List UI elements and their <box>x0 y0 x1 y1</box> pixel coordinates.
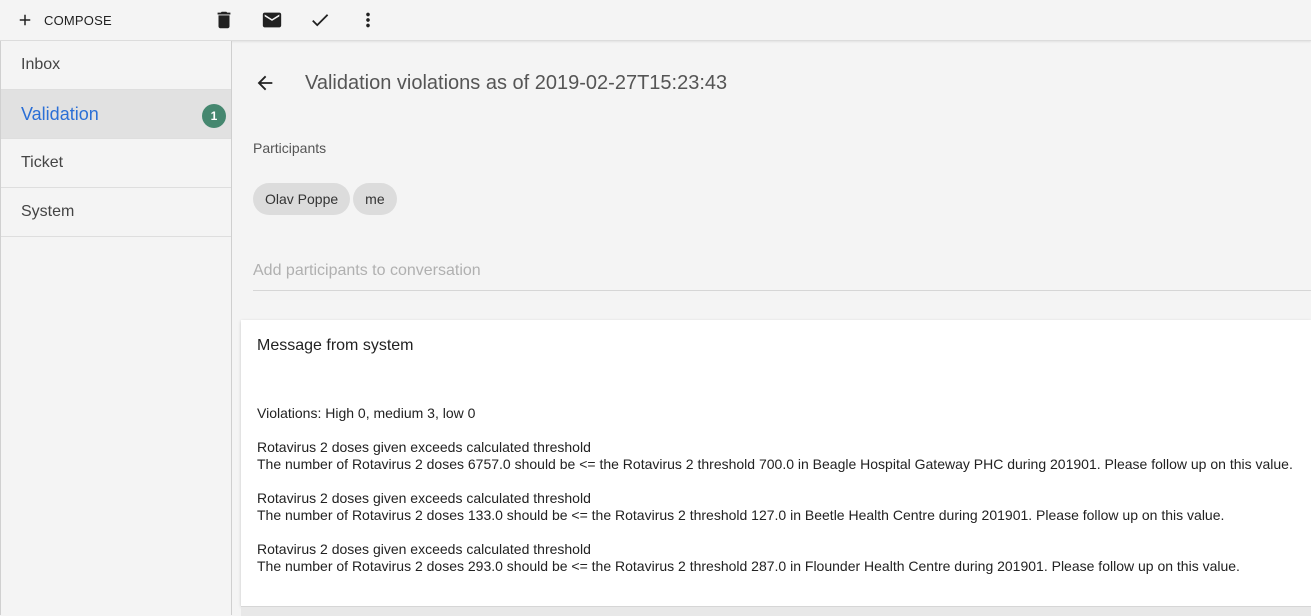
message-title: Message from system <box>257 337 414 354</box>
conversation-subject: Validation violations as of 2019-02-27T1… <box>305 72 728 94</box>
violation-item: Rotavirus 2 doses given exceeds calculat… <box>257 490 1293 524</box>
sidebar-item-system[interactable]: System <box>1 188 231 237</box>
sidebar-item-label: Validation <box>21 103 99 124</box>
violation-item: Rotavirus 2 doses given exceeds calculat… <box>257 541 1293 575</box>
delete-button[interactable] <box>208 4 240 36</box>
mail-icon <box>262 12 282 28</box>
message-card: Message from system Violations: High 0, … <box>241 320 1311 606</box>
participant-chip[interactable]: me <box>353 183 397 215</box>
arrow-back-icon <box>257 75 273 91</box>
plus-icon <box>19 14 31 26</box>
trash-icon <box>217 11 231 29</box>
violation-detail: The number of Rotavirus 2 doses 293.0 sh… <box>257 558 1240 574</box>
violations-summary: Violations: High 0, medium 3, low 0 <box>257 405 476 421</box>
sidebar-item-inbox[interactable]: Inbox <box>1 41 231 90</box>
compose-button[interactable]: COMPOSE <box>8 4 120 36</box>
sidebar-item-label: Inbox <box>21 56 61 73</box>
check-icon <box>312 14 329 27</box>
more-vert-icon <box>366 12 370 28</box>
more-options-button[interactable] <box>352 4 384 36</box>
back-button[interactable] <box>250 68 280 98</box>
sidebar-item-validation[interactable]: Validation 1 <box>1 90 231 139</box>
violation-heading: Rotavirus 2 doses given exceeds calculat… <box>257 490 591 506</box>
sidebar-item-label: System <box>21 203 75 220</box>
mark-unread-button[interactable] <box>256 4 288 36</box>
add-participants-input[interactable] <box>253 252 1311 291</box>
sidebar-item-label: Ticket <box>21 154 64 171</box>
sidebar: Inbox Validation 1 Ticket System <box>0 41 232 615</box>
message-body: Violations: High 0, medium 3, low 0 Rota… <box>257 405 1293 592</box>
participant-chip[interactable]: Olav Poppe <box>253 183 351 215</box>
violation-detail: The number of Rotavirus 2 doses 6757.0 s… <box>257 456 1293 472</box>
sidebar-item-ticket[interactable]: Ticket <box>1 139 231 188</box>
participants-label: Participants <box>253 140 327 156</box>
toolbar: COMPOSE <box>0 0 1311 41</box>
violation-heading: Rotavirus 2 doses given exceeds calculat… <box>257 541 591 557</box>
violation-detail: The number of Rotavirus 2 doses 133.0 sh… <box>257 507 1225 523</box>
mark-done-button[interactable] <box>304 4 336 36</box>
unread-count-badge: 1 <box>202 104 226 128</box>
participant-chips: Olav Poppe me <box>253 183 397 215</box>
violation-heading: Rotavirus 2 doses given exceeds calculat… <box>257 439 591 455</box>
violation-item: Rotavirus 2 doses given exceeds calculat… <box>257 439 1293 473</box>
compose-label: COMPOSE <box>44 12 112 28</box>
